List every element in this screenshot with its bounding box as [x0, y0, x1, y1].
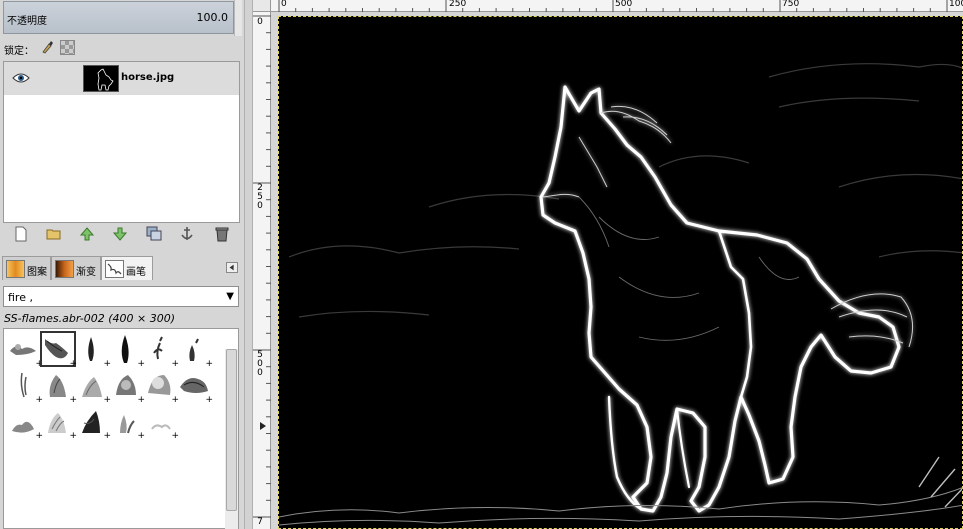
visibility-eye-icon[interactable] — [12, 72, 30, 84]
ruler-label: 7 — [257, 517, 263, 527]
image-window: 0 250 500 750 100 0 2 5 0 5 0 0 7 — [253, 0, 963, 529]
image-canvas[interactable] — [278, 16, 963, 529]
brush-grid: + + + + + + + + + + + + + + + + + — [3, 328, 239, 529]
lock-alpha-icon[interactable] — [60, 40, 75, 55]
dock-scrollbar[interactable] — [234, 0, 242, 36]
brush-item[interactable]: + — [42, 405, 77, 441]
new-layer-icon[interactable] — [13, 226, 29, 242]
layer-toolbar — [3, 226, 240, 244]
raise-layer-icon[interactable] — [79, 226, 95, 242]
brush-item[interactable]: + — [8, 333, 43, 369]
horse-image — [279, 17, 962, 528]
tab-label: 画笔 — [126, 267, 146, 278]
tab-menu-icon[interactable] — [226, 262, 238, 273]
tab-brushes[interactable]: 画笔 — [101, 256, 153, 281]
ruler-label: 750 — [782, 0, 800, 9]
pattern-swatch-icon — [6, 260, 25, 278]
brush-grid-scrollbar[interactable] — [225, 349, 238, 529]
dock-separator[interactable] — [244, 0, 253, 529]
ruler-label: 0 — [281, 0, 287, 9]
brush-item[interactable]: + — [144, 405, 179, 441]
gimp-window: 不透明度 100.0 锁定： horse.jpg 图案 渐变 画笔 fire ,… — [0, 0, 963, 529]
brush-item[interactable]: + — [110, 333, 145, 369]
brush-item[interactable]: + — [8, 369, 43, 405]
ruler-label: 250 — [449, 0, 467, 9]
ruler-corner[interactable] — [253, 0, 271, 12]
brush-swatch-icon — [105, 260, 124, 278]
brush-item[interactable]: + — [144, 333, 179, 369]
tab-label: 图案 — [27, 267, 47, 278]
tab-patterns[interactable]: 图案 — [2, 256, 51, 280]
open-folder-icon[interactable] — [46, 226, 62, 242]
gradient-swatch-icon — [55, 260, 74, 278]
pointer-position-marker — [260, 422, 266, 430]
scrollbar-thumb[interactable] — [226, 349, 237, 511]
duplicate-layer-icon[interactable] — [146, 226, 162, 242]
dock-tabs: 图案 渐变 画笔 — [0, 256, 244, 281]
selected-brush-info: SS-flames.abr-002 (400 × 300) — [4, 312, 175, 325]
brushes-panel: fire , ▼ SS-flames.abr-002 (400 × 300) +… — [0, 280, 244, 529]
ruler-label: 0 — [257, 17, 263, 27]
brush-item[interactable]: + — [110, 405, 145, 441]
brush-item[interactable]: + — [110, 369, 145, 405]
ruler-label: 2 5 0 — [257, 183, 263, 211]
layer-thumbnail — [83, 65, 119, 92]
brush-item-selected[interactable]: + — [40, 331, 77, 369]
brush-item[interactable]: + — [178, 333, 213, 369]
brush-tag-filter[interactable]: fire , ▼ — [3, 286, 239, 307]
brush-filter-value: fire , — [8, 291, 33, 304]
horizontal-ruler[interactable]: 0 250 500 750 100 — [271, 0, 963, 12]
lock-label: 锁定： — [4, 46, 34, 57]
layers-dock: 不透明度 100.0 锁定： horse.jpg 图案 渐变 画笔 fire ,… — [0, 0, 244, 529]
ruler-label: 5 0 0 — [257, 350, 263, 378]
opacity-value: 100.0 — [196, 11, 229, 24]
opacity-slider[interactable]: 不透明度 100.0 — [3, 1, 234, 34]
tab-label: 渐变 — [76, 267, 96, 278]
chevron-down-icon[interactable]: ▼ — [226, 291, 234, 302]
brush-item[interactable]: + — [42, 369, 77, 405]
opacity-label: 不透明度 — [7, 16, 47, 27]
layers-list: horse.jpg — [3, 61, 240, 223]
brush-item[interactable]: + — [76, 405, 111, 441]
ruler-label: 500 — [615, 0, 633, 9]
vertical-ruler[interactable]: 0 2 5 0 5 0 0 7 — [253, 12, 271, 529]
anchor-layer-icon[interactable] — [179, 226, 195, 242]
lock-pixels-icon[interactable] — [40, 40, 54, 54]
ruler-ticks — [253, 15, 271, 518]
brush-item[interactable]: + — [144, 369, 179, 405]
tab-gradients[interactable]: 渐变 — [51, 256, 101, 280]
delete-layer-icon[interactable] — [214, 226, 230, 242]
brush-item[interactable]: + — [8, 405, 43, 441]
brush-item[interactable]: + — [76, 333, 111, 369]
brush-item[interactable]: + — [178, 369, 213, 405]
lower-layer-icon[interactable] — [112, 226, 128, 242]
layer-name: horse.jpg — [121, 72, 175, 83]
brush-item[interactable]: + — [76, 369, 111, 405]
ruler-label: 100 — [949, 0, 963, 9]
layer-row[interactable]: horse.jpg — [4, 62, 239, 95]
